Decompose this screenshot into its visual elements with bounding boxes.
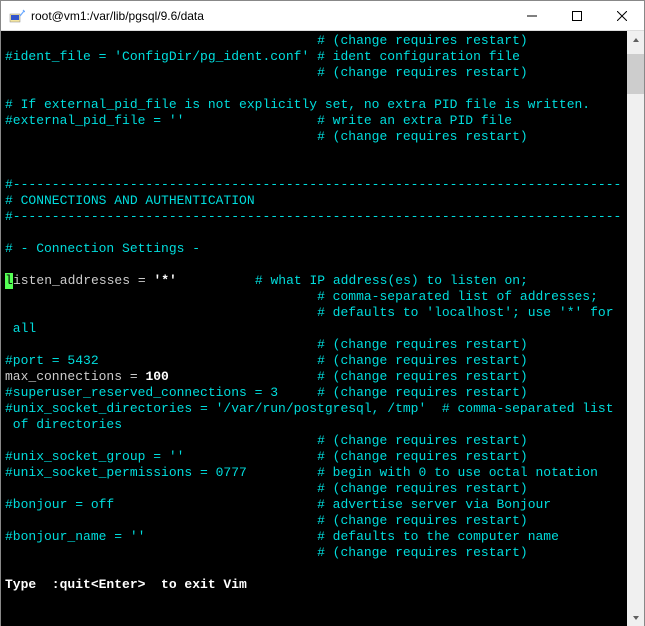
- terminal-line: #ident_file = 'ConfigDir/pg_ident.conf' …: [5, 49, 623, 65]
- minimize-button[interactable]: [509, 1, 554, 30]
- putty-icon: [9, 8, 25, 24]
- terminal-line: [5, 225, 623, 241]
- scroll-down-button[interactable]: [627, 609, 644, 626]
- terminal-line: # (change requires restart): [5, 433, 623, 449]
- terminal-line: listen_addresses = '*' # what IP address…: [5, 273, 623, 289]
- terminal-line: max_connections = 100 # (change requires…: [5, 369, 623, 385]
- maximize-button[interactable]: [554, 1, 599, 30]
- terminal-line: # comma-separated list of addresses;: [5, 289, 623, 305]
- scrollbar-thumb[interactable]: [627, 54, 644, 94]
- close-button[interactable]: [599, 1, 644, 30]
- terminal-line: #superuser_reserved_connections = 3 # (c…: [5, 385, 623, 401]
- terminal-content[interactable]: # (change requires restart)#ident_file =…: [1, 31, 627, 626]
- terminal-line: Type :quit<Enter> to exit Vim: [5, 577, 623, 593]
- text-cursor: l: [5, 273, 13, 289]
- window-titlebar: root@vm1:/var/lib/pgsql/9.6/data: [1, 1, 644, 31]
- terminal-line: #bonjour_name = '' # defaults to the com…: [5, 529, 623, 545]
- terminal-area[interactable]: # (change requires restart)#ident_file =…: [1, 31, 644, 626]
- terminal-line: #unix_socket_directories = '/var/run/pos…: [5, 401, 623, 417]
- window-title: root@vm1:/var/lib/pgsql/9.6/data: [31, 9, 509, 23]
- terminal-line: # If external_pid_file is not explicitly…: [5, 97, 623, 113]
- terminal-line: #unix_socket_group = '' # (change requir…: [5, 449, 623, 465]
- vertical-scrollbar[interactable]: [627, 31, 644, 626]
- terminal-line: of directories: [5, 417, 623, 433]
- terminal-line: #port = 5432 # (change requires restart): [5, 353, 623, 369]
- terminal-line: #---------------------------------------…: [5, 209, 623, 225]
- terminal-line: #bonjour = off # advertise server via Bo…: [5, 497, 623, 513]
- terminal-line: [5, 561, 623, 577]
- terminal-line: # (change requires restart): [5, 33, 623, 49]
- terminal-line: #---------------------------------------…: [5, 177, 623, 193]
- terminal-line: #external_pid_file = '' # write an extra…: [5, 113, 623, 129]
- terminal-line: [5, 257, 623, 273]
- terminal-line: [5, 161, 623, 177]
- terminal-line: # (change requires restart): [5, 129, 623, 145]
- terminal-line: [5, 81, 623, 97]
- terminal-line: all: [5, 321, 623, 337]
- terminal-line: # (change requires restart): [5, 481, 623, 497]
- terminal-line: # (change requires restart): [5, 65, 623, 81]
- window-controls: [509, 1, 644, 30]
- terminal-line: # (change requires restart): [5, 513, 623, 529]
- terminal-line: # (change requires restart): [5, 337, 623, 353]
- scrollbar-track[interactable]: [627, 48, 644, 609]
- terminal-line: # (change requires restart): [5, 545, 623, 561]
- terminal-line: # - Connection Settings -: [5, 241, 623, 257]
- terminal-line: # CONNECTIONS AND AUTHENTICATION: [5, 193, 623, 209]
- terminal-line: # defaults to 'localhost'; use '*' for: [5, 305, 623, 321]
- scroll-up-button[interactable]: [627, 31, 644, 48]
- terminal-line: [5, 145, 623, 161]
- terminal-line: #unix_socket_permissions = 0777 # begin …: [5, 465, 623, 481]
